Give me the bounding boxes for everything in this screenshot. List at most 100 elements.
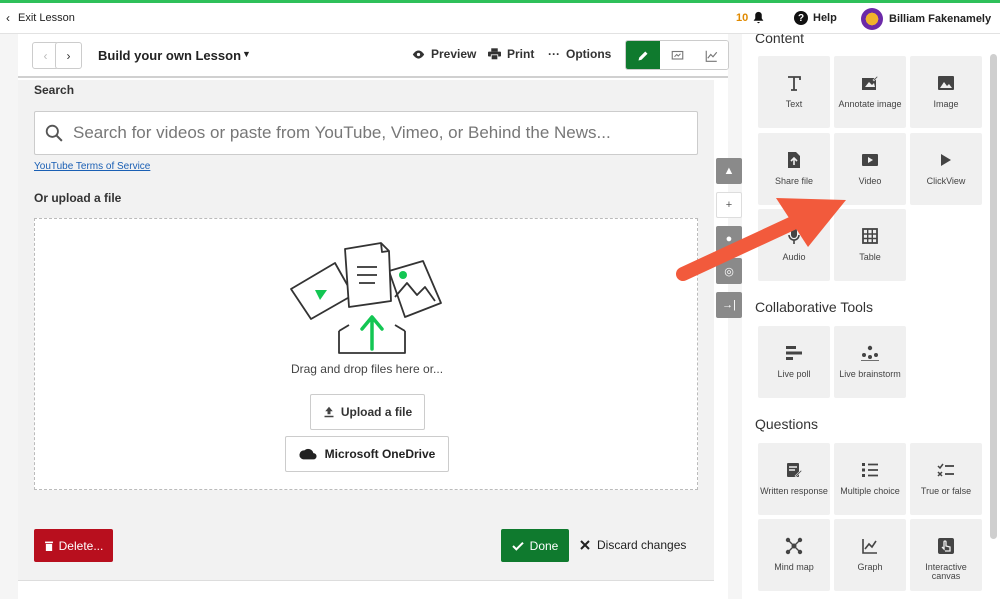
table-icon bbox=[862, 221, 878, 251]
mind-map-icon bbox=[785, 531, 803, 561]
poll-icon bbox=[785, 338, 803, 368]
close-icon bbox=[580, 540, 590, 550]
preview-button[interactable]: Preview bbox=[412, 47, 476, 61]
exit-lesson-label: Exit Lesson bbox=[18, 12, 75, 24]
search-input[interactable] bbox=[73, 123, 683, 143]
print-button[interactable]: Print bbox=[488, 47, 534, 61]
help-icon: ? bbox=[794, 11, 808, 25]
tile-image[interactable]: Image bbox=[910, 56, 982, 128]
discard-label: Discard changes bbox=[597, 538, 687, 552]
drag-drop-text: Drag and drop files here or... bbox=[290, 362, 444, 376]
tile-video[interactable]: Video bbox=[834, 133, 906, 205]
video-icon bbox=[861, 145, 879, 175]
onedrive-button[interactable]: Microsoft OneDrive bbox=[285, 436, 449, 472]
clickview-icon bbox=[940, 145, 952, 175]
bell-icon bbox=[753, 11, 764, 24]
canvas-icon bbox=[937, 531, 955, 561]
collab-section-title: Collaborative Tools bbox=[755, 299, 874, 315]
tile-multiple-choice[interactable]: Multiple choice bbox=[834, 443, 906, 515]
upload-file-button[interactable]: Upload a file bbox=[310, 394, 425, 430]
tile-written-response[interactable]: Written response bbox=[758, 443, 830, 515]
tile-table[interactable]: Table bbox=[834, 209, 906, 281]
tile-label: Live poll bbox=[777, 369, 811, 379]
tile-label: Graph bbox=[857, 562, 883, 572]
rail-add-button[interactable]: + bbox=[716, 192, 742, 218]
tile-live-brainstorm[interactable]: Live brainstorm bbox=[834, 326, 906, 398]
upload-illustration-icon bbox=[290, 242, 442, 354]
tile-label: True or false bbox=[920, 486, 972, 496]
discard-changes-button[interactable]: Discard changes bbox=[580, 538, 686, 552]
chevron-right-icon: › bbox=[66, 48, 71, 63]
options-button[interactable]: ··· Options bbox=[548, 47, 611, 61]
tile-interactive-canvas[interactable]: Interactive canvas bbox=[910, 519, 982, 591]
image-icon bbox=[937, 68, 955, 98]
delete-label: Delete... bbox=[58, 538, 104, 553]
true-false-icon bbox=[937, 455, 955, 485]
tile-label: Mind map bbox=[774, 562, 814, 572]
tile-label: Table bbox=[859, 252, 881, 262]
printer-icon bbox=[488, 48, 501, 60]
onedrive-label: Microsoft OneDrive bbox=[324, 447, 436, 461]
tile-annotate-image[interactable]: Annotate image bbox=[834, 56, 906, 128]
mode-switcher bbox=[625, 40, 729, 70]
caret-down-icon[interactable]: ▼ bbox=[242, 49, 251, 59]
print-label: Print bbox=[507, 47, 535, 61]
tile-clickview[interactable]: ClickView bbox=[910, 133, 982, 205]
annotate-icon bbox=[861, 68, 879, 98]
checkmark-icon bbox=[511, 541, 524, 551]
questions-section-title: Questions bbox=[755, 416, 819, 432]
tile-graph[interactable]: Graph bbox=[834, 519, 906, 591]
content-section-title: Content bbox=[755, 34, 805, 46]
chevron-left-icon: ‹ bbox=[43, 48, 48, 63]
present-icon bbox=[671, 50, 683, 60]
rail-bell-button[interactable]: ▲ bbox=[716, 158, 742, 184]
help-button[interactable]: ? Help bbox=[794, 11, 837, 25]
search-section-label: Search bbox=[34, 83, 75, 97]
upload-icon bbox=[324, 406, 334, 418]
exit-lesson-link[interactable]: ‹ Exit Lesson bbox=[6, 11, 75, 25]
written-icon bbox=[786, 455, 802, 485]
lesson-title[interactable]: Build your own Lesson bbox=[98, 48, 241, 63]
tile-label: Written response bbox=[760, 486, 828, 496]
tile-label: Annotate image bbox=[838, 99, 902, 109]
brainstorm-icon bbox=[860, 338, 880, 368]
notifications-button[interactable]: 10 bbox=[736, 11, 765, 24]
youtube-tos-link[interactable]: YouTube Terms of Service bbox=[34, 161, 150, 172]
tile-label: Video bbox=[858, 176, 882, 186]
next-button[interactable]: › bbox=[55, 42, 82, 69]
tile-share-file[interactable]: Share file bbox=[758, 133, 830, 205]
tile-text[interactable]: Text bbox=[758, 56, 830, 128]
tile-live-poll[interactable]: Live poll bbox=[758, 326, 830, 398]
edit-mode-button[interactable] bbox=[626, 41, 660, 69]
bell-icon: ▲ bbox=[723, 165, 735, 177]
tile-label: Text bbox=[785, 99, 803, 109]
tile-true-false[interactable]: True or false bbox=[910, 443, 982, 515]
editor-toolbar: ‹ › Build your own Lesson ▼ Preview Prin… bbox=[18, 34, 729, 78]
rail-collapse-button[interactable]: →| bbox=[716, 292, 742, 318]
tile-label: Image bbox=[933, 99, 959, 109]
pencil-icon bbox=[638, 51, 648, 61]
tile-label: Interactive canvas bbox=[925, 562, 967, 581]
plus-icon: + bbox=[725, 199, 733, 211]
video-block-editor: Search YouTube Terms of Service Or uploa… bbox=[18, 80, 714, 580]
rail-comment-button[interactable]: ● bbox=[716, 226, 742, 252]
present-mode-button[interactable] bbox=[660, 41, 694, 69]
multiple-choice-icon bbox=[861, 455, 879, 485]
done-button[interactable]: Done bbox=[501, 529, 569, 562]
delete-button[interactable]: Delete... bbox=[34, 529, 113, 562]
chevron-left-icon: ‹ bbox=[6, 11, 10, 25]
user-menu[interactable]: Billiam Fakenamely bbox=[861, 8, 991, 30]
tile-audio[interactable]: Audio bbox=[758, 209, 830, 281]
tile-label: Live brainstorm bbox=[839, 369, 901, 379]
file-dropzone[interactable]: Drag and drop files here or... Upload a … bbox=[34, 218, 698, 490]
palette-scrollbar[interactable] bbox=[990, 54, 997, 539]
rail-help-button[interactable]: ◎ bbox=[716, 258, 742, 284]
notification-count: 10 bbox=[736, 11, 749, 24]
tile-mind-map[interactable]: Mind map bbox=[758, 519, 830, 591]
graph-icon bbox=[862, 531, 878, 561]
insights-mode-button[interactable] bbox=[694, 41, 728, 69]
lifebuoy-icon: ◎ bbox=[724, 265, 734, 278]
video-search-box[interactable] bbox=[34, 111, 698, 155]
comment-icon: ● bbox=[725, 233, 733, 245]
eye-icon bbox=[412, 49, 425, 59]
